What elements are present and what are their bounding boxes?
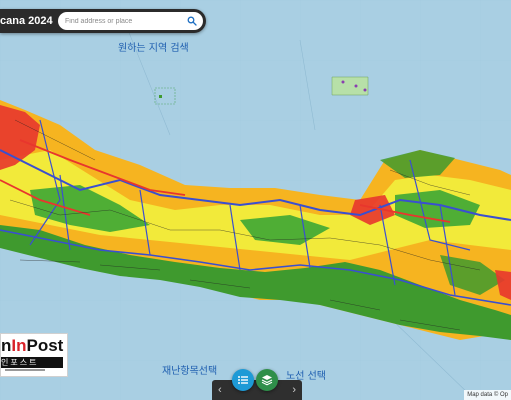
logo-wordmark: nInPost bbox=[1, 336, 64, 355]
disaster-list-button[interactable] bbox=[232, 369, 254, 391]
logo-underline bbox=[5, 369, 45, 371]
next-arrow-button[interactable]: › bbox=[292, 380, 296, 400]
kepulauan-karimunjawa bbox=[331, 76, 369, 96]
island-marker bbox=[363, 88, 367, 92]
list-icon bbox=[238, 376, 248, 384]
layers-icon bbox=[261, 375, 273, 386]
search-hint-label: 원하는 지역 검색 bbox=[118, 43, 189, 54]
app-title: cana 2024 bbox=[0, 15, 53, 27]
island-marker bbox=[341, 80, 345, 84]
prev-arrow-button[interactable]: ‹ bbox=[218, 380, 222, 400]
search-icon bbox=[187, 16, 197, 26]
inpost-logo: nInPost 인포스트 bbox=[0, 333, 68, 377]
island-marker bbox=[354, 84, 358, 88]
hazard-map[interactable] bbox=[0, 0, 511, 400]
mini-island bbox=[159, 95, 162, 98]
search-input[interactable] bbox=[65, 12, 180, 30]
map-attribution[interactable]: Map data © Op bbox=[464, 390, 511, 400]
search-box[interactable] bbox=[58, 12, 203, 30]
top-bar: cana 2024 bbox=[0, 9, 206, 33]
search-button[interactable] bbox=[185, 14, 199, 28]
disaster-hint-label: 재난항목선택 bbox=[162, 366, 218, 377]
layers-button[interactable] bbox=[256, 369, 278, 391]
logo-korean-text: 인포스트 bbox=[1, 357, 63, 368]
